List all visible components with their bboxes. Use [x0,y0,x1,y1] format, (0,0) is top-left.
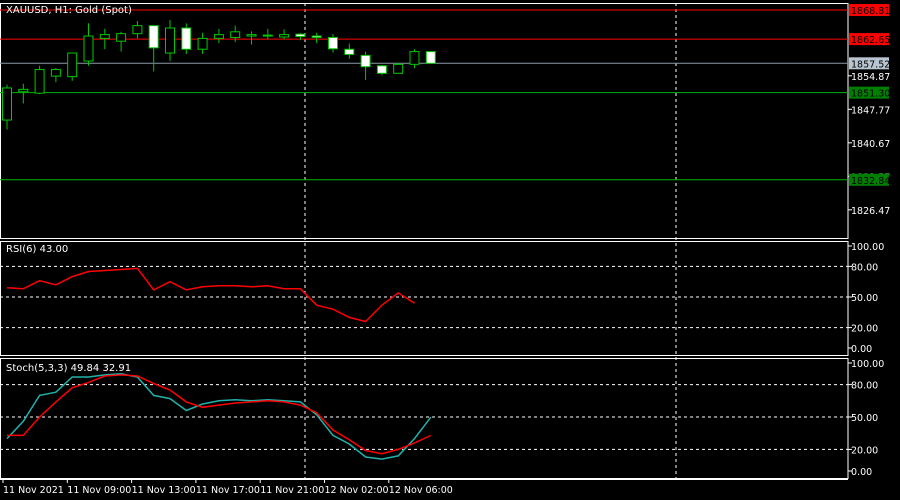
stochastic-title: Stoch(5,3,3) 49.84 32.91 [6,363,131,374]
bullish-candle[interactable] [246,34,257,37]
stochastic-panel[interactable] [0,373,848,460]
bearish-candle[interactable] [148,25,159,49]
level-tag-label: 1832.84 [851,176,890,187]
time-tick-label: 11 Nov 09:00 [67,485,131,496]
bullish-candle[interactable] [34,69,45,94]
grid-lines [0,3,849,480]
bullish-candle[interactable] [409,51,420,65]
price-axis: 1854.871847.771840.671833.571826.471868.… [848,4,890,478]
price-tick-label: 1826.47 [851,206,890,217]
rsi-title: RSI(6) 43.00 [6,244,68,255]
bullish-candle[interactable] [99,34,110,39]
bullish-candle[interactable] [50,69,61,77]
stoch-tick-label: 80.00 [851,381,878,392]
stoch-tick-label: 20.00 [851,445,878,456]
bullish-candle[interactable] [393,63,404,74]
panel-frame [0,241,849,356]
price-panel[interactable] [0,9,848,181]
stoch-tick-label: 0.00 [851,467,872,478]
stoch-signal-line[interactable] [7,374,432,455]
price-tick-label: 1854.87 [851,72,890,83]
level-tag-label: 1862.65 [851,35,890,46]
price-tick-label: 1840.67 [851,139,890,150]
time-tick-label: 12 Nov 02:00 [325,485,389,496]
bullish-candle[interactable] [197,37,208,50]
stoch-tick-label: 100.00 [851,359,884,370]
rsi-tick-label: 20.00 [851,324,878,335]
bearish-candle[interactable] [376,65,387,74]
bullish-candle[interactable] [132,25,143,35]
bullish-candle[interactable] [116,33,127,42]
time-tick-label: 11 Nov 2021 [3,485,64,496]
time-tick-label: 11 Nov 13:00 [132,485,196,496]
level-tag-label: 1851.30 [851,89,890,100]
bullish-candle[interactable] [2,87,12,121]
rsi-line[interactable] [6,267,415,323]
bullish-candle[interactable] [83,35,94,62]
chart-title: XAUUSD, H1: Gold (Spot) [6,5,132,16]
rsi-panel[interactable] [0,265,848,329]
time-tick-label: 11 Nov 21:00 [260,485,324,496]
time-axis: 11 Nov 2021 11 Nov 09:00 11 Nov 13:00 11 No… [2,479,453,496]
bullish-candle[interactable] [230,31,241,38]
bullish-candle[interactable] [213,34,224,39]
rsi-tick-label: 100.00 [851,242,884,253]
rsi-tick-label: 50.00 [851,293,878,304]
bearish-candle[interactable] [360,54,371,68]
bullish-candle[interactable] [67,52,78,78]
rsi-tick-label: 80.00 [851,262,878,273]
bearish-candle[interactable] [311,35,322,38]
bearish-candle[interactable] [295,33,306,38]
level-tag-label: 1868.81 [851,6,890,17]
bearish-candle[interactable] [328,36,338,50]
price-tick-label: 1847.77 [851,105,890,116]
stoch-tick-label: 50.00 [851,413,878,424]
trading-chart[interactable]: 1854.871847.771840.671833.571826.471868.… [0,0,900,500]
bearish-candle[interactable] [262,34,273,37]
bearish-candle[interactable] [181,27,192,50]
bearish-candle[interactable] [344,48,355,55]
time-tick-label: 11 Nov 17:00 [196,485,260,496]
stoch-main-line[interactable] [6,373,432,460]
panel-frame [0,358,849,479]
bullish-candle[interactable] [279,34,290,38]
time-tick-label: 12 Nov 06:00 [389,485,453,496]
rsi-tick-label: 0.00 [851,344,872,355]
bearish-candle[interactable] [425,51,436,64]
bullish-candle[interactable] [18,88,29,93]
bullish-candle[interactable] [165,27,175,54]
level-tag-label: 1857.52 [851,59,890,70]
